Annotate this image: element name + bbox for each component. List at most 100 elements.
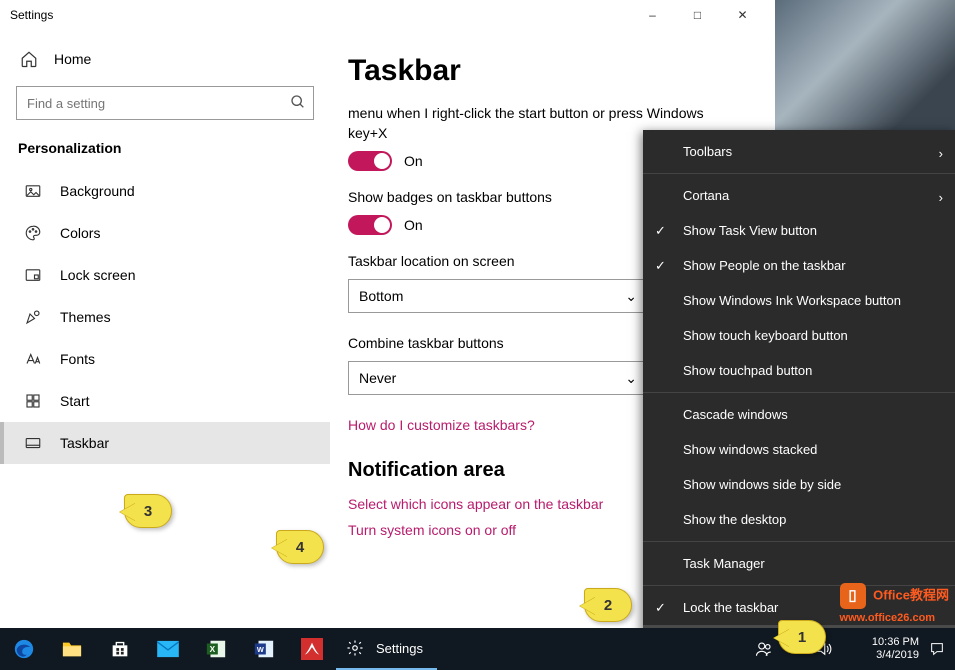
combine-select[interactable]: Never ⌄ xyxy=(348,361,648,395)
callout-2: 2 xyxy=(584,588,632,622)
gear-icon xyxy=(346,639,364,657)
action-center-icon[interactable] xyxy=(925,628,949,670)
tray-time: 10:36 PM xyxy=(872,636,919,649)
themes-icon xyxy=(24,308,42,326)
cm-label: Toolbars xyxy=(683,144,732,159)
cm-toolbars[interactable]: Toolbars › xyxy=(643,134,955,169)
cm-label: Show windows stacked xyxy=(683,442,817,457)
svg-text:X: X xyxy=(210,645,216,654)
sidebar-item-label: Fonts xyxy=(60,351,95,367)
sidebar-item-themes[interactable]: Themes xyxy=(0,296,330,338)
sidebar-item-background[interactable]: Background xyxy=(0,170,330,212)
taskbar-app-mail[interactable] xyxy=(144,628,192,670)
cm-ink[interactable]: Show Windows Ink Workspace button xyxy=(643,283,955,318)
cm-label: Show Windows Ink Workspace button xyxy=(683,293,901,308)
cm-sidebyside[interactable]: Show windows side by side xyxy=(643,467,955,502)
word-icon: W xyxy=(253,638,275,660)
cm-label: Lock the taskbar xyxy=(683,600,778,615)
watermark-brand-prefix: Office xyxy=(873,587,910,602)
cm-touchpad[interactable]: Show touchpad button xyxy=(643,353,955,388)
sidebar-item-label: Themes xyxy=(60,309,111,325)
sidebar-item-label: Colors xyxy=(60,225,100,241)
acrobat-icon xyxy=(301,638,323,660)
taskbar-app-label: Settings xyxy=(376,641,423,656)
taskbar-location-value: Bottom xyxy=(359,288,403,304)
page-title: Taskbar xyxy=(348,54,745,88)
store-icon xyxy=(109,638,131,660)
section-heading: Personalization xyxy=(0,136,330,170)
watermark-url: www.office26.com xyxy=(840,612,936,624)
office-badge-icon: ▯ xyxy=(840,583,866,609)
cm-label: Show Task View button xyxy=(683,223,817,238)
fonts-icon xyxy=(24,350,42,368)
check-icon: ✓ xyxy=(655,223,666,239)
taskbar-app-store[interactable] xyxy=(96,628,144,670)
toggle-powermenu[interactable] xyxy=(348,151,392,171)
home-label: Home xyxy=(54,51,91,67)
taskbar-app-acrobat[interactable] xyxy=(288,628,336,670)
maximize-button[interactable]: □ xyxy=(675,0,720,30)
callout-3: 3 xyxy=(124,494,172,528)
close-button[interactable]: ✕ xyxy=(720,0,765,30)
cm-label: Show touchpad button xyxy=(683,363,812,378)
taskbar-app-excel[interactable]: X xyxy=(192,628,240,670)
palette-icon xyxy=(24,224,42,242)
taskbar-app-edge[interactable] xyxy=(0,628,48,670)
taskbar-app-explorer[interactable] xyxy=(48,628,96,670)
check-icon: ✓ xyxy=(655,258,666,274)
sidebar-item-colors[interactable]: Colors xyxy=(0,212,330,254)
cm-cortana[interactable]: Cortana › xyxy=(643,178,955,213)
sidebar-item-fonts[interactable]: Fonts xyxy=(0,338,330,380)
start-icon xyxy=(24,392,42,410)
language-indicator[interactable] xyxy=(842,628,866,670)
minimize-button[interactable]: – xyxy=(630,0,675,30)
cm-taskview[interactable]: ✓ Show Task View button xyxy=(643,213,955,248)
cm-taskmanager[interactable]: Task Manager xyxy=(643,546,955,581)
watermark: ▯ Office教程网 www.office26.com xyxy=(840,583,949,624)
cm-label: Show People on the taskbar xyxy=(683,258,846,273)
callout-1: 1 xyxy=(778,620,826,654)
combine-value: Never xyxy=(359,370,396,386)
home-icon xyxy=(20,50,38,68)
chevron-down-icon: ⌄ xyxy=(625,288,637,305)
cm-label: Cascade windows xyxy=(683,407,788,422)
sidebar-item-label: Taskbar xyxy=(60,435,109,451)
tray-clock[interactable]: 10:36 PM 3/4/2019 xyxy=(872,636,919,661)
cm-label: Cortana xyxy=(683,188,729,203)
taskbar-app-settings[interactable]: Settings xyxy=(336,628,437,670)
sidebar-item-label: Start xyxy=(60,393,90,409)
edge-icon xyxy=(13,638,35,660)
excel-icon: X xyxy=(205,638,227,660)
search-icon xyxy=(290,94,306,110)
toggle-powermenu-state: On xyxy=(404,153,423,169)
taskbar-app-word[interactable]: W xyxy=(240,628,288,670)
titlebar: Settings – □ ✕ xyxy=(0,0,775,30)
watermark-brand-suffix: 教程网 xyxy=(910,587,949,602)
cm-touchkb[interactable]: Show touch keyboard button xyxy=(643,318,955,353)
toggle-badges[interactable] xyxy=(348,215,392,235)
desktop-wallpaper xyxy=(775,0,955,130)
tray-date: 3/4/2019 xyxy=(872,649,919,662)
window-title: Settings xyxy=(10,8,53,22)
cm-label: Show touch keyboard button xyxy=(683,328,848,343)
sidebar-item-start[interactable]: Start xyxy=(0,380,330,422)
search-input[interactable] xyxy=(16,86,314,120)
mail-icon xyxy=(157,640,179,658)
home-nav[interactable]: Home xyxy=(0,40,330,78)
taskbar-location-select[interactable]: Bottom ⌄ xyxy=(348,279,648,313)
callout-4: 4 xyxy=(276,530,324,564)
cm-cascade[interactable]: Cascade windows xyxy=(643,397,955,432)
sidebar-item-label: Lock screen xyxy=(60,267,135,283)
sidebar-item-lockscreen[interactable]: Lock screen xyxy=(0,254,330,296)
cm-people[interactable]: ✓ Show People on the taskbar xyxy=(643,248,955,283)
check-icon: ✓ xyxy=(655,600,666,616)
taskbar-icon xyxy=(24,434,42,452)
sidebar-item-taskbar[interactable]: Taskbar xyxy=(0,422,330,464)
chevron-down-icon: ⌄ xyxy=(625,370,637,387)
lockscreen-icon xyxy=(24,266,42,284)
cm-label: Show the desktop xyxy=(683,512,786,527)
folder-icon xyxy=(61,639,83,659)
chevron-right-icon: › xyxy=(939,146,943,161)
cm-showdesktop[interactable]: Show the desktop xyxy=(643,502,955,537)
cm-stacked[interactable]: Show windows stacked xyxy=(643,432,955,467)
